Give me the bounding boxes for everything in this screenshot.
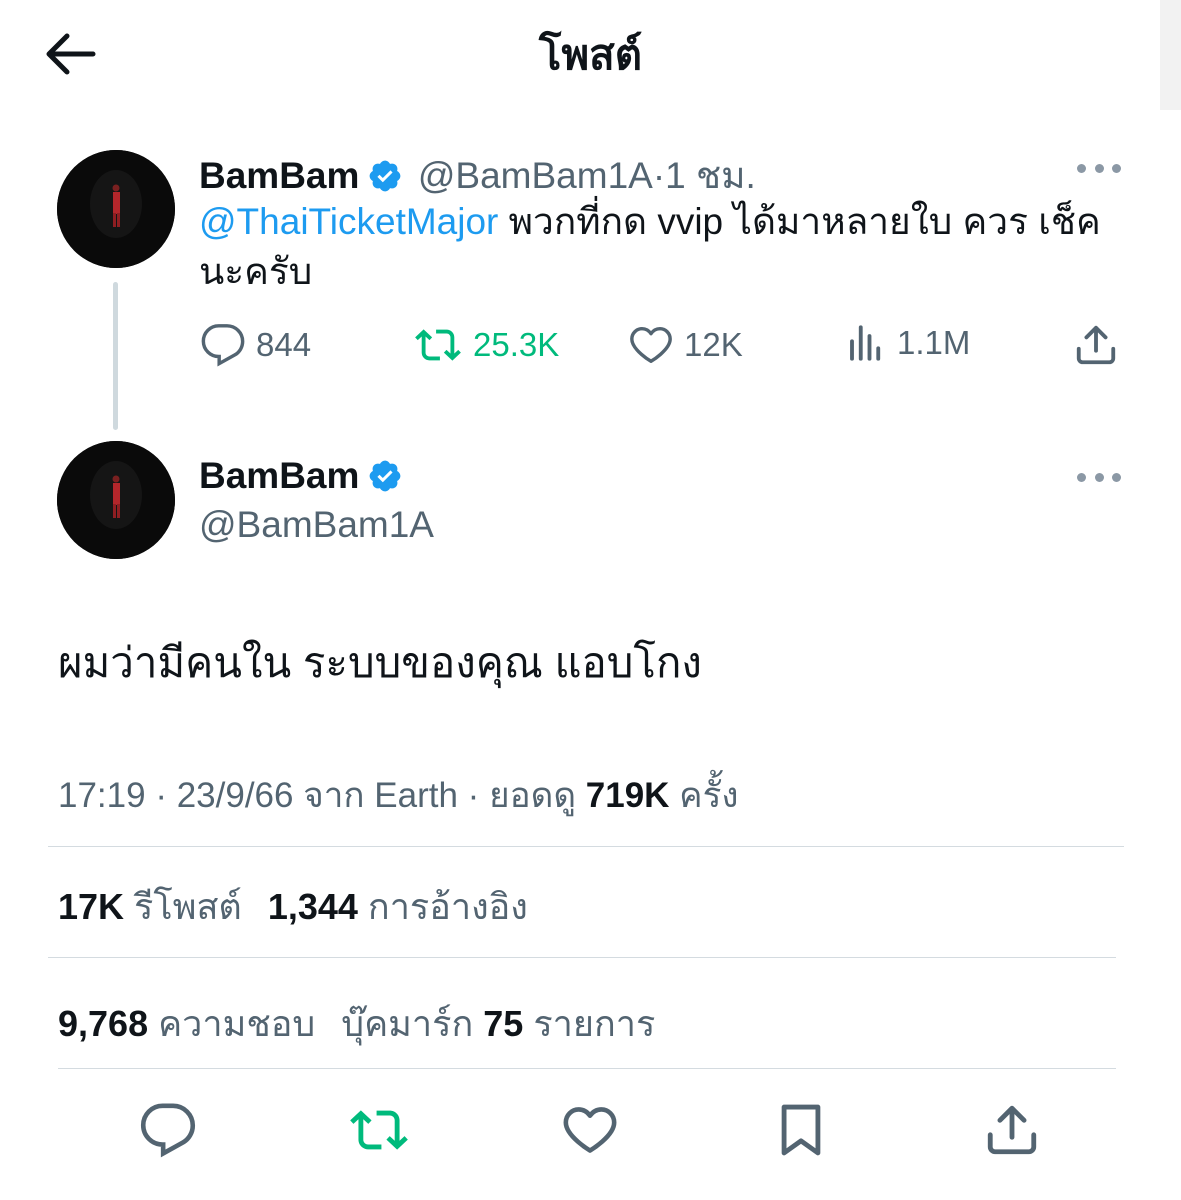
edge-strip: [1160, 0, 1181, 110]
reposts-stat[interactable]: 17K รีโพสต์: [58, 886, 242, 927]
more-dot: [1112, 163, 1121, 173]
avatar[interactable]: [57, 150, 175, 268]
tweet-meta: 17:19 · 23/9/66 จาก Earth · ยอดดู 719K ค…: [58, 768, 738, 823]
views-prefix: ยอดดู: [489, 776, 586, 815]
more-dot: [1094, 163, 1104, 173]
like-action[interactable]: 12K: [628, 322, 743, 368]
author-handle[interactable]: @BamBam1A: [199, 504, 434, 546]
bookmark-button[interactable]: [769, 1098, 833, 1162]
author-name[interactable]: BamBam: [199, 155, 359, 196]
bar-chart-icon: [850, 325, 881, 361]
heart-icon: [563, 1107, 617, 1153]
post-time[interactable]: 1 ชม.: [665, 155, 756, 196]
share-upload-icon: [1076, 325, 1116, 365]
main-author-row: BamBam: [199, 455, 403, 497]
likes-label: ความชอบ: [148, 1003, 316, 1044]
page-title: โพสต์: [538, 31, 643, 78]
author-handle[interactable]: @BamBam1A: [418, 155, 653, 196]
main-tweet-text: ผมว่ามีคนใน ระบบของคุณ แอบโกง: [58, 639, 702, 686]
stats-row-likes: 9,768 ความชอบ บุ๊คมาร์ก 75 รายการ: [58, 995, 655, 1052]
view-count: 1.1M: [897, 324, 971, 361]
divider: [48, 957, 1116, 958]
quotes-label: การอ้างอิง: [357, 886, 528, 927]
quotes-count: 1,344: [267, 886, 358, 927]
avatar-image: [57, 441, 175, 559]
bookmark-icon: [781, 1104, 821, 1156]
post-date[interactable]: 23/9/66: [177, 776, 294, 815]
separator: ·: [457, 776, 490, 815]
separator: ·: [145, 776, 177, 815]
post-source: Earth: [374, 776, 458, 815]
reply-action[interactable]: 844: [200, 322, 311, 368]
speech-bubble-icon: [140, 1103, 196, 1158]
views-action[interactable]: 1.1M: [845, 322, 970, 364]
stats-row-reposts: 17K รีโพสต์ 1,344 การอ้างอิง: [58, 878, 528, 935]
more-dots-icon: [1077, 163, 1086, 173]
repost-button[interactable]: [347, 1098, 411, 1162]
reposts-label: รีโพสต์: [124, 886, 242, 927]
more-options-button[interactable]: [1077, 158, 1121, 178]
avatar[interactable]: [57, 441, 175, 559]
separator: ·: [652, 155, 666, 196]
likes-stat[interactable]: 9,768 ความชอบ: [58, 1003, 315, 1044]
reply-tweet-text: @ThaiTicketMajor พวกที่กด vvip ได้มาหลาย…: [199, 197, 1119, 297]
bookmarks-label: รายการ: [523, 1003, 656, 1044]
heart-icon: [630, 326, 672, 364]
more-dot: [1094, 472, 1104, 482]
reply-count: 844: [256, 326, 312, 363]
verified-badge-icon: [370, 160, 401, 192]
bookmarks-count: 75: [483, 1003, 524, 1044]
views-count: 719K: [585, 776, 670, 815]
views-suffix: ครั้ง: [669, 776, 739, 815]
author-name[interactable]: BamBam: [199, 455, 359, 496]
bookmarks-stat[interactable]: บุ๊คมาร์ก 75 รายการ: [341, 1003, 655, 1044]
thread-line: [113, 282, 118, 430]
divider: [58, 1068, 1116, 1069]
repost-arrows-icon: [415, 329, 461, 361]
verified-badge-icon: [370, 460, 401, 492]
like-button[interactable]: [558, 1098, 622, 1162]
reposts-count: 17K: [58, 886, 125, 927]
more-dot: [1112, 472, 1121, 482]
repost-action[interactable]: 25.3K: [413, 322, 559, 368]
avatar-image: [57, 150, 175, 268]
more-dots-icon: [1077, 472, 1086, 482]
quotes-stat[interactable]: 1,344 การอ้างอิง: [268, 886, 528, 927]
bookmarks-prefix: บุ๊คมาร์ก: [341, 1003, 484, 1044]
reply-button[interactable]: [136, 1098, 200, 1162]
share-button[interactable]: [980, 1098, 1044, 1162]
mention-link[interactable]: @ThaiTicketMajor: [199, 201, 498, 242]
speech-bubble-icon: [201, 324, 245, 367]
like-count: 12K: [684, 326, 743, 363]
more-options-button[interactable]: [1077, 467, 1121, 487]
likes-count: 9,768: [58, 1003, 149, 1044]
divider: [48, 846, 1124, 847]
share-action[interactable]: [1073, 322, 1119, 373]
repost-count: 25.3K: [473, 326, 560, 363]
repost-arrows-icon: [350, 1110, 408, 1150]
post-time[interactable]: 17:19: [58, 776, 146, 815]
source-prefix: จาก: [293, 776, 375, 815]
share-upload-icon: [987, 1105, 1037, 1155]
